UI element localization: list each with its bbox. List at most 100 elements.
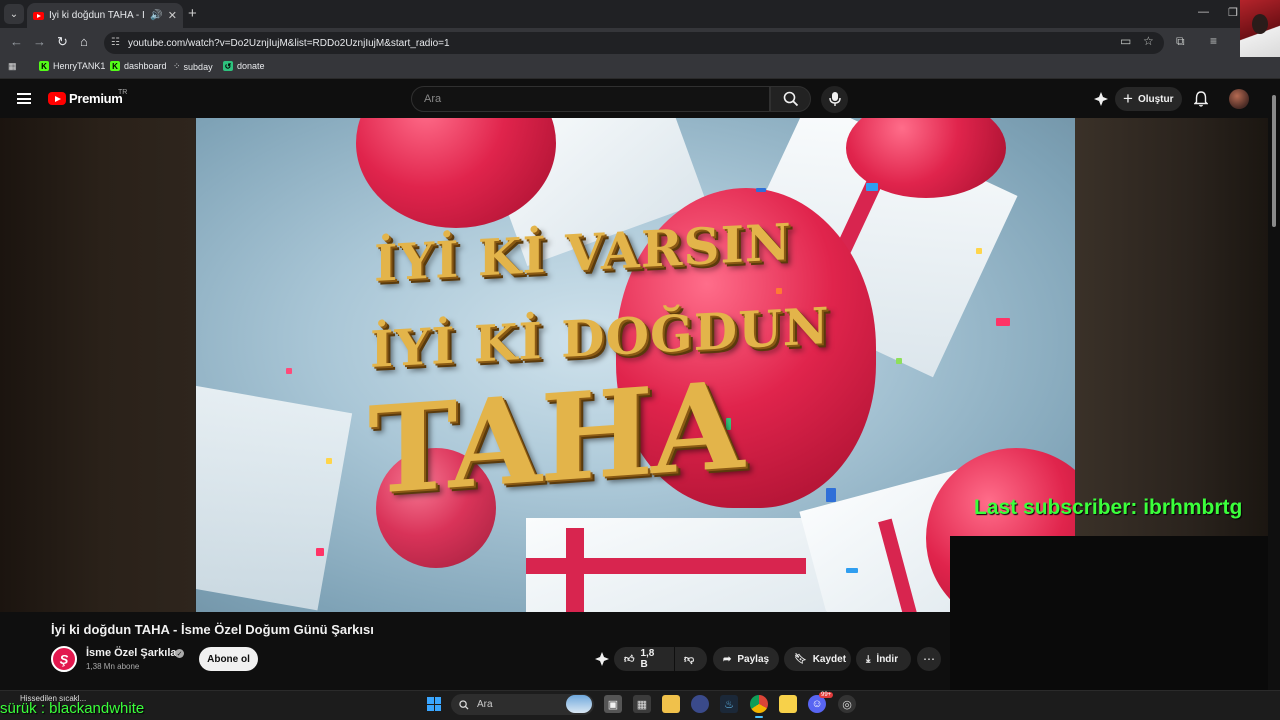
search-highlight-icon (566, 695, 592, 713)
webcam-overlay (1240, 0, 1280, 58)
video-text-name: TAHA (368, 354, 743, 523)
confetti (286, 368, 292, 374)
bookmark-star-icon[interactable]: ☆ (1143, 34, 1154, 48)
user-avatar[interactable] (1229, 89, 1249, 109)
subday-icon: ⁘ (173, 61, 180, 71)
confetti (866, 183, 878, 191)
confetti (326, 458, 332, 464)
bookmarks-bar: ▦ K HenryTANK1 K dashboard ⁘ subday ↺ do… (0, 57, 1280, 79)
share-button[interactable]: ➦ Paylaş (713, 647, 779, 671)
browser-tab-active[interactable]: İyi ki doğdun TAHA - İsme Ö 🔊 ✕ (27, 3, 183, 28)
bookmark-subday[interactable]: ⁘ subday (173, 61, 213, 72)
file-explorer-icon[interactable] (662, 695, 680, 713)
more-actions-button[interactable]: ⋯ (917, 647, 941, 671)
minimize-window-button[interactable]: — (1198, 6, 1209, 18)
obs-icon[interactable]: ◎ (838, 695, 856, 713)
search-button[interactable] (770, 86, 811, 112)
save-label: Kaydet (812, 653, 847, 665)
confetti (976, 248, 982, 254)
confetti (826, 488, 836, 502)
video-player[interactable]: İYİ Kİ VARSIN İYİ Kİ DOĞDUN TAHA (196, 118, 1075, 612)
channel-avatar[interactable]: Ş (51, 646, 77, 672)
confetti (756, 188, 766, 192)
download-label: İndir (876, 653, 899, 665)
video-title: İyi ki doğdun TAHA - İsme Özel Doğum Gün… (51, 622, 374, 637)
search-input[interactable]: Ara (411, 86, 770, 112)
search-icon (459, 699, 469, 710)
download-button[interactable]: ⤓ İndir (856, 647, 911, 671)
back-button[interactable]: ← (10, 34, 23, 49)
apps-grid-icon[interactable]: ▦ (8, 61, 16, 72)
channel-name[interactable]: İsme Özel Şarkılar (86, 647, 181, 659)
verified-badge-icon: ✓ (175, 649, 184, 658)
youtube-favicon-icon (33, 11, 44, 20)
player-ambient-right (1075, 118, 1268, 536)
download-icon: ⤓ (866, 653, 871, 665)
ask-sparkle-icon[interactable] (594, 651, 610, 667)
plus-icon: + (1123, 88, 1133, 108)
bookmark-donate[interactable]: ↺ donate (223, 61, 265, 71)
calculator-icon[interactable]: ▦ (633, 695, 651, 713)
bookmark-save-icon: 🔖︎ (794, 653, 807, 665)
kick-icon: K (110, 61, 120, 71)
windows-start-icon[interactable] (427, 697, 441, 711)
address-bar[interactable]: ☷ youtube.com/watch?v=Do2UznjIujM&list=R… (104, 32, 1164, 54)
restore-window-button[interactable]: ❐ (1228, 6, 1238, 19)
reload-button[interactable]: ↻ (57, 34, 68, 50)
share-arrow-icon: ➦ (723, 653, 732, 665)
confetti (846, 568, 858, 573)
like-count: 1,8 B (640, 648, 655, 670)
tab-search-button[interactable]: ⌄ (4, 4, 24, 24)
youtube-logo-icon[interactable] (48, 92, 66, 105)
new-tab-button[interactable]: + (188, 5, 197, 22)
home-button[interactable]: ⌂ (80, 34, 88, 49)
bookmark-label: donate (237, 61, 265, 71)
thumbs-up-icon: 👍︎ (624, 654, 635, 665)
gift-box-image (196, 385, 353, 611)
country-code: TR (118, 89, 128, 96)
close-tab-icon[interactable]: ✕ (168, 9, 177, 22)
chrome-icon[interactable] (750, 695, 768, 713)
task-view-icon[interactable]: ▣ (604, 695, 622, 713)
browser-tab-strip: ⌄ İyi ki doğdun TAHA - İsme Ö 🔊 ✕ + — ❐ (0, 0, 1280, 28)
subscribe-button[interactable]: Abone ol (199, 647, 258, 671)
last-subscriber-overlay: Last subscriber: ibrhmbrtg (974, 496, 1243, 519)
like-button[interactable]: 👍︎ 1,8 B (614, 647, 674, 671)
cast-icon[interactable]: ▭ (1120, 34, 1131, 48)
sticky-notes-icon[interactable] (779, 695, 797, 713)
bookmark-label: HenryTANK1 (53, 61, 106, 71)
notifications-bell-icon[interactable] (1194, 91, 1208, 107)
donate-icon: ↺ (223, 61, 233, 71)
more-dots-icon: ⋯ (923, 652, 935, 666)
save-button[interactable]: 🔖︎ Kaydet (784, 647, 851, 671)
ribbon-image (526, 558, 806, 574)
bookmark-label: subday (183, 61, 213, 72)
youtube-premium-label[interactable]: Premium (69, 91, 123, 106)
scrollbar-thumb[interactable] (1272, 95, 1276, 227)
app-icon[interactable] (691, 695, 709, 713)
browser-toolbar: ← → ↻ ⌂ ☷ youtube.com/watch?v=Do2UznjIuj… (0, 28, 1240, 57)
confetti (896, 358, 902, 364)
extensions-icon[interactable]: ⧉ (1176, 34, 1185, 49)
premium-sparkle-icon[interactable] (1093, 91, 1109, 107)
confetti (776, 288, 782, 294)
youtube-masthead: Premium TR Ara + Oluştur (0, 80, 1268, 118)
voice-search-button[interactable] (821, 86, 848, 113)
stream-overlay-panel (950, 536, 1268, 690)
discord-notification-badge: 99+ (819, 692, 834, 698)
create-button[interactable]: + Oluştur (1115, 87, 1182, 111)
reading-list-icon[interactable]: ≡ (1210, 34, 1217, 48)
forward-button[interactable]: → (33, 34, 46, 49)
dislike-button[interactable]: 👎︎ (675, 647, 707, 671)
bookmark-henrytank1[interactable]: K HenryTANK1 (39, 61, 105, 71)
site-info-icon[interactable]: ☷ (111, 37, 120, 48)
audio-playing-icon[interactable]: 🔊 (150, 10, 162, 21)
steam-icon[interactable]: ♨ (720, 695, 738, 713)
kick-icon: K (39, 61, 49, 71)
address-url: youtube.com/watch?v=Do2UznjIujM&list=RDD… (128, 37, 450, 49)
microphone-icon (829, 92, 841, 106)
bookmark-dashboard[interactable]: K dashboard (110, 61, 167, 71)
search-icon (783, 91, 799, 107)
guide-menu-icon[interactable] (17, 93, 31, 104)
share-label: Paylaş (737, 653, 770, 665)
